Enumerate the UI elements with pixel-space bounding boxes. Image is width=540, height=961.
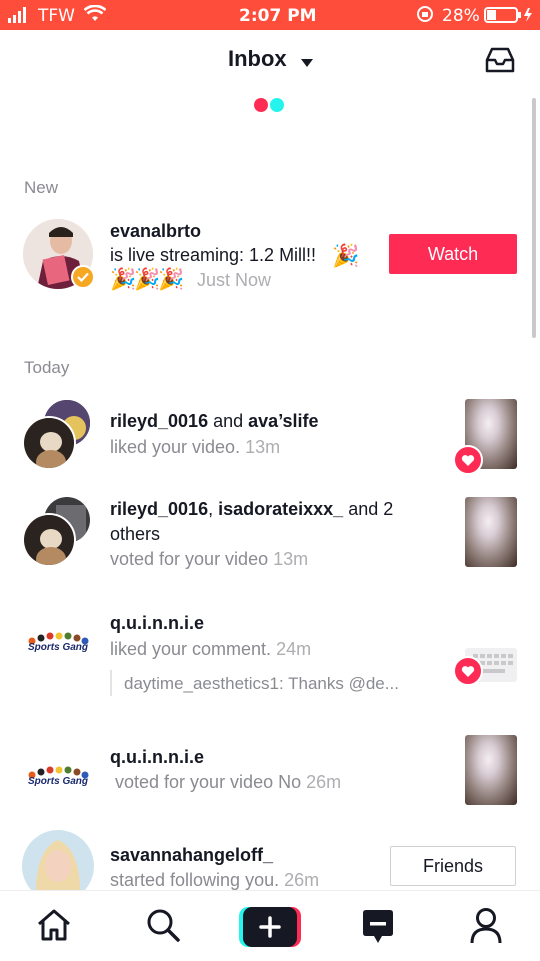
verified-badge-icon xyxy=(71,265,95,289)
watch-button[interactable]: Watch xyxy=(389,234,517,274)
search-icon[interactable] xyxy=(145,907,181,948)
video-thumbnail[interactable] xyxy=(465,735,517,805)
timestamp: 26m xyxy=(306,772,342,792)
home-icon[interactable] xyxy=(36,908,72,947)
action-text: liked your comment. xyxy=(110,639,272,659)
avatar-primary xyxy=(22,513,76,567)
avatar-primary xyxy=(22,416,76,470)
action-text: voted for your video No xyxy=(115,772,302,792)
video-thumbnail[interactable] xyxy=(465,497,517,567)
quote-divider xyxy=(110,670,112,696)
timestamp: 24m xyxy=(276,639,312,659)
battery-percent: 28% xyxy=(442,6,480,26)
others-text: others xyxy=(110,524,161,544)
sports-gang-logo-text: Sports Gang xyxy=(28,776,89,787)
notification-1-action: liked your video. 13m xyxy=(110,437,280,458)
others-text: and 2 xyxy=(348,499,394,519)
live-status-text: is live streaming: 1.2 Mill!! xyxy=(110,245,317,265)
joiner-text: and xyxy=(213,411,244,431)
section-today-heading: Today xyxy=(24,358,70,377)
username-link[interactable]: ava’slife xyxy=(248,411,318,431)
username-link[interactable]: rileyd_0016 xyxy=(110,499,208,519)
loading-dots-icon xyxy=(253,97,287,118)
signal-icon xyxy=(8,7,30,28)
orientation-lock-icon xyxy=(416,5,434,28)
status-bar: TFW 2:07 PM 28% xyxy=(0,0,540,30)
sports-gang-logo-text: Sports Gang xyxy=(28,642,89,653)
comment-quote: daytime_aesthetics1: Thanks @de... xyxy=(124,674,399,693)
heart-icon xyxy=(453,656,483,686)
username-link[interactable]: savannahangeloff_ xyxy=(110,845,273,866)
joiner-text: , xyxy=(208,499,214,519)
live-username[interactable]: evanalbrto xyxy=(110,221,201,242)
notification-1-text: rileyd_0016 and ava’slife xyxy=(110,411,319,432)
wifi-icon xyxy=(83,4,107,28)
notification-4-action: voted for your video No 26m xyxy=(115,772,341,793)
profile-icon[interactable] xyxy=(470,907,502,950)
inbox-icon[interactable] xyxy=(361,909,395,950)
action-text: liked your video. xyxy=(110,437,241,457)
scrollbar[interactable] xyxy=(532,98,536,338)
inbox-tray-icon[interactable] xyxy=(484,46,516,79)
username-link[interactable]: q.u.i.n.n.i.e xyxy=(110,747,204,768)
username-link[interactable]: isadorateixxx_ xyxy=(218,499,343,519)
section-new-heading: New xyxy=(24,178,59,197)
username-link[interactable]: rileyd_0016 xyxy=(110,411,208,431)
notification-5-action: started following you. 26m xyxy=(110,870,319,891)
bottom-tab-bar xyxy=(0,890,540,961)
timestamp: 13m xyxy=(273,549,309,569)
heart-icon xyxy=(453,445,483,475)
username-link[interactable]: q.u.i.n.n.i.e xyxy=(110,613,204,634)
live-timestamp: Just Now xyxy=(197,270,272,290)
page-title: Inbox xyxy=(228,46,287,71)
create-icon[interactable] xyxy=(239,907,301,952)
notification-3-action: liked your comment. 24m xyxy=(110,639,311,660)
caret-down-icon xyxy=(300,47,313,73)
avatar-stack[interactable] xyxy=(22,495,94,567)
carrier-label: TFW xyxy=(38,6,75,26)
action-text: started following you. xyxy=(110,870,280,890)
clock: 2:07 PM xyxy=(239,6,317,26)
party-poppers-icon: 🎉🎉🎉 xyxy=(110,268,184,291)
friends-button[interactable]: Friends xyxy=(390,846,516,886)
party-popper-icon: 🎉 xyxy=(332,243,360,268)
inbox-title-dropdown[interactable]: Inbox xyxy=(228,46,313,73)
notification-2-action: voted for your video 13m xyxy=(110,549,308,570)
action-text: voted for your video xyxy=(110,549,269,569)
timestamp: 13m xyxy=(245,437,281,457)
timestamp: 26m xyxy=(284,870,320,890)
battery-icon xyxy=(484,7,536,28)
notification-2-text: rileyd_0016, isadorateixxx_ and 2 xyxy=(110,499,440,520)
avatar-stack[interactable] xyxy=(22,398,94,470)
